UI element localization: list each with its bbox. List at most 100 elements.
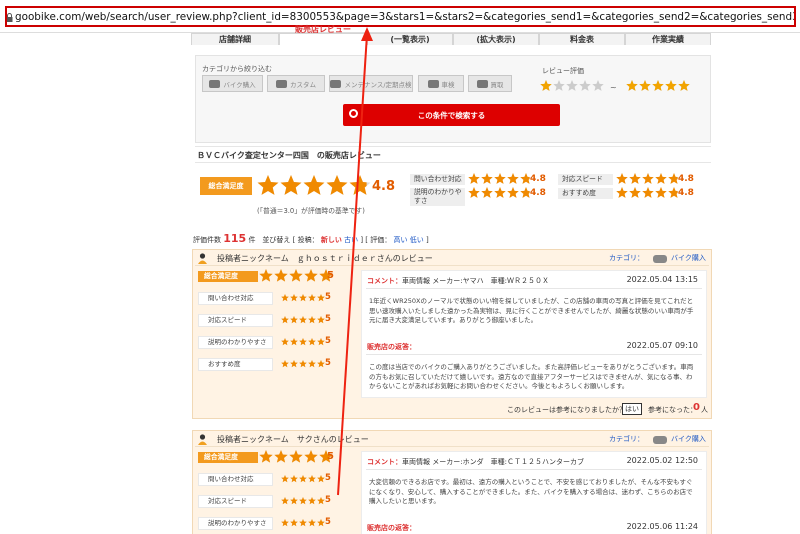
star-icon <box>655 173 667 184</box>
star-icon <box>317 475 325 483</box>
reply-label: 販売店の返答： <box>367 524 416 532</box>
sort-high-link[interactable]: 高い <box>393 236 407 244</box>
category-button-inspection[interactable]: 車検 <box>418 75 464 92</box>
star-icon <box>642 173 654 184</box>
criteria-stars <box>468 187 532 199</box>
sort-newest-link[interactable]: 新しい <box>321 236 342 244</box>
star-icon <box>665 80 677 91</box>
star-icon <box>299 360 307 368</box>
star-icon <box>308 338 316 346</box>
star-icon <box>274 269 288 282</box>
criteria-stars <box>281 497 325 505</box>
sort-bar: 評価件数 115 件 並び替え [ 投稿： 新しい 古い ] [ 評価： 高い … <box>193 232 429 245</box>
star-rating-icon <box>281 294 325 302</box>
reply-date: 2022.05.07 09:10 <box>626 341 698 350</box>
tab-price-list[interactable]: 料金表 <box>539 33 625 45</box>
category-link[interactable]: バイク購入 <box>671 434 706 444</box>
reply-date: 2022.05.06 11:24 <box>626 522 698 531</box>
helpful-count-label: 参考になった： <box>648 406 697 414</box>
star-icon <box>468 187 480 198</box>
tab-label: 作業実績 <box>652 35 684 44</box>
criteria-stars <box>281 360 325 368</box>
star-icon <box>317 519 325 527</box>
star-icon <box>481 173 493 184</box>
divider <box>195 162 711 163</box>
star-icon <box>652 80 664 91</box>
tab-label: (拡大表示) <box>476 35 516 44</box>
review-count: 115 <box>223 232 247 245</box>
star-icon <box>289 450 303 463</box>
review-header: 投稿者ニックネーム サクさんのレビュー カテゴリ： バイク購入 <box>195 431 709 447</box>
category-button-buyback[interactable]: 買取 <box>468 75 512 92</box>
criteria-label: 対応スピード <box>558 174 613 185</box>
review-card: 投稿者ニックネーム サクさんのレビュー カテゴリ： バイク購入 総合満足度 5 … <box>192 430 712 534</box>
tab-label: 販売店レビュー <box>295 25 351 34</box>
category-button-custom[interactable]: カスタム <box>267 75 325 92</box>
tab-store-reviews[interactable]: 販売店レビュー <box>279 25 367 45</box>
category-filter-label: カテゴリから絞り込む <box>202 65 272 73</box>
star-icon <box>304 269 318 282</box>
criteria-label: 説明のわかりやすさ <box>198 336 273 349</box>
rating-min-stars[interactable] <box>540 80 620 92</box>
sort-low-link[interactable]: 低い <box>410 236 424 244</box>
overall-score: 4.8 <box>372 179 396 194</box>
rating-max-stars[interactable] <box>626 80 706 92</box>
bike-icon <box>653 436 667 444</box>
url-field[interactable]: goobike.com/web/search/user_review.php?c… <box>5 6 796 27</box>
mechanic-icon <box>427 79 439 88</box>
criteria-score: 5 <box>325 495 331 505</box>
criteria-score: 5 <box>325 336 331 346</box>
tab-label: (一覧表示) <box>390 35 430 44</box>
star-icon <box>299 519 307 527</box>
category-button-purchase[interactable]: バイク購入 <box>202 75 263 92</box>
criteria-stars <box>281 316 325 324</box>
criteria-label: 問い合わせ対応 <box>198 473 273 486</box>
comment-box: コメント：車両情報 メーカー:ホンダ 車種:ＣＴ１２５ハンターカブ 2022.0… <box>361 451 707 534</box>
star-rating-icon <box>281 475 325 483</box>
overall-score: 5 <box>327 451 334 462</box>
tab-enlarged-view[interactable]: (拡大表示) <box>453 33 539 45</box>
comment-label: コメント： <box>367 458 402 466</box>
star-icon <box>326 175 348 195</box>
star-icon <box>540 80 552 91</box>
count-suffix: 件 並び替え [ 投稿： <box>248 236 319 244</box>
star-icon <box>308 316 316 324</box>
tools-icon <box>330 79 342 88</box>
helpful-yes-button[interactable]: はい <box>622 403 642 415</box>
wrench-icon <box>276 79 287 88</box>
star-rating-icon <box>616 173 680 184</box>
review-card: 投稿者ニックネーム ｇｈｏｓｔｒｉｄｅｒさんのレビュー カテゴリ： バイク購入 … <box>192 249 712 419</box>
reply-text: この度は当店でのバイクのご購入ありがとうございました。また高評価レビューをありが… <box>369 363 694 390</box>
tab-list-view[interactable]: (一覧表示) <box>367 33 453 45</box>
tab-store-details[interactable]: 店舗詳細 <box>191 33 279 45</box>
category-label: カスタム <box>290 80 316 89</box>
lock-icon <box>7 13 13 22</box>
star-icon <box>308 294 316 302</box>
category-button-maintenance[interactable]: メンテナンス/定期点検 <box>329 75 413 92</box>
star-icon <box>317 497 325 505</box>
criteria-score: 5 <box>325 358 331 368</box>
comment-header: コメント：車両情報 メーカー:ヤマハ 車種:ＷＲ２５０Ｘ <box>367 276 549 286</box>
star-icon <box>317 360 325 368</box>
star-icon <box>290 338 298 346</box>
reviewer-nickname: 投稿者ニックネーム サクさんのレビュー <box>217 435 369 444</box>
search-button[interactable]: この条件で検索する <box>343 104 560 126</box>
star-rating-icon <box>281 316 325 324</box>
criteria-stars <box>468 173 532 185</box>
overall-stars <box>257 175 372 197</box>
helpful-unit: 人 <box>701 406 708 414</box>
star-icon <box>494 173 506 184</box>
criteria-label: おすすめ度 <box>558 188 613 199</box>
overall-stars <box>259 450 333 464</box>
star-rating-icon <box>616 187 680 198</box>
star-icon <box>592 80 604 91</box>
filter-panel: カテゴリから絞り込む バイク購入 カスタム メンテナンス/定期点検 車検 買取 … <box>195 55 711 143</box>
criteria-stars <box>616 187 680 199</box>
sort-oldest-link[interactable]: 古い <box>344 236 358 244</box>
star-icon <box>642 187 654 198</box>
criteria-stars <box>281 475 325 483</box>
category-link[interactable]: バイク購入 <box>671 253 706 263</box>
tab-work-record[interactable]: 作業実績 <box>625 33 711 45</box>
criteria-label: 問い合わせ対応 <box>410 174 465 185</box>
star-icon <box>280 175 302 195</box>
